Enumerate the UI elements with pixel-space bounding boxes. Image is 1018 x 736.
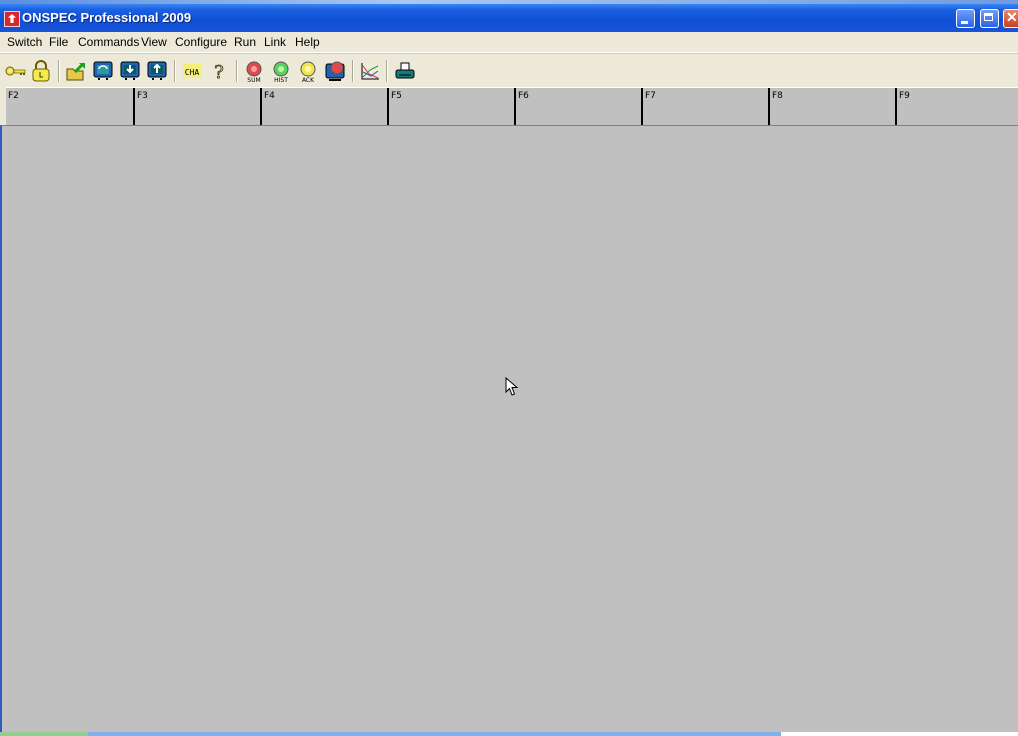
monitor-refresh-icon [93, 61, 113, 80]
toolbar-separator [386, 60, 388, 82]
fkey-label: F2 [8, 91, 19, 101]
mouse-cursor-icon [505, 377, 519, 396]
fkey-label: F4 [264, 91, 275, 101]
svg-text:?: ? [214, 62, 224, 82]
key-icon [5, 66, 26, 76]
alarm-monitor-icon [325, 61, 345, 81]
minimize-button[interactable] [956, 9, 975, 28]
menu-link[interactable]: Link [264, 35, 286, 49]
fkey-f4[interactable]: F4 [260, 88, 387, 125]
function-key-bar: F2 F3 F4 F5 F6 F7 F8 F9 [6, 87, 1018, 125]
menu-commands[interactable]: Commands [78, 35, 139, 49]
svg-text:SUM: SUM [247, 77, 260, 84]
cha-button[interactable]: CHA [181, 60, 203, 82]
cha-label: CHA [185, 68, 200, 77]
fkey-label: F8 [772, 91, 783, 101]
menu-switch[interactable]: Switch [7, 35, 42, 49]
svg-text:ACK: ACK [302, 77, 315, 84]
start-button[interactable] [0, 732, 88, 736]
download-button[interactable] [119, 60, 141, 82]
fkey-f5[interactable]: F5 [387, 88, 514, 125]
fkey-label: F7 [645, 91, 656, 101]
toolbar: CHA ? SUM HIST ACK [0, 53, 1018, 86]
fkey-f3[interactable]: F3 [133, 88, 260, 125]
menu-configure[interactable]: Configure [175, 35, 227, 49]
title-bar[interactable]: ONSPEC Professional 2009 [0, 4, 1018, 32]
menu-bar: Switch File Commands View Configure Run … [0, 32, 1018, 53]
toolbar-separator [174, 60, 176, 82]
open-button[interactable] [65, 60, 87, 82]
toolbar-separator [236, 60, 238, 82]
ack-alarm-icon: ACK [300, 61, 316, 84]
sum-alarm-icon: SUM [246, 61, 262, 84]
fkey-label: F9 [899, 91, 910, 101]
fkey-f2[interactable]: F2 [6, 88, 133, 125]
monitor-upload-icon [147, 61, 167, 80]
help-icon: ? [214, 62, 224, 84]
menu-view[interactable]: View [141, 35, 167, 49]
app-window: ONSPEC Professional 2009 Switch File Com… [0, 4, 1018, 732]
printer-icon [395, 62, 415, 79]
svg-text:HIST: HIST [274, 77, 288, 84]
menu-file[interactable]: File [49, 35, 68, 49]
menu-run[interactable]: Run [234, 35, 256, 49]
fkey-f7[interactable]: F7 [641, 88, 768, 125]
fkey-label: F5 [391, 91, 402, 101]
hist-alarm-button[interactable]: HIST [270, 60, 292, 84]
close-button[interactable] [1003, 9, 1018, 28]
fkey-f6[interactable]: F6 [514, 88, 641, 125]
sum-alarm-button[interactable]: SUM [243, 60, 265, 84]
refresh-button[interactable] [92, 60, 114, 82]
cha-icon: CHA [183, 64, 201, 78]
trend-button[interactable] [359, 60, 381, 82]
lock-icon [32, 60, 50, 82]
upload-button[interactable] [146, 60, 168, 82]
taskbar [0, 732, 1018, 736]
toolbar-separator [352, 60, 354, 82]
key-button[interactable] [4, 60, 26, 82]
help-button[interactable]: ? [208, 60, 230, 84]
app-icon[interactable] [4, 11, 20, 27]
maximize-button[interactable] [980, 9, 999, 28]
hist-alarm-icon: HIST [273, 61, 289, 84]
monitor-download-icon [120, 61, 140, 80]
fkey-f9[interactable]: F9 [895, 88, 1018, 125]
fkey-label: F3 [137, 91, 148, 101]
toolbar-separator [58, 60, 60, 82]
alarm-monitor-button[interactable] [324, 60, 346, 82]
ack-alarm-button[interactable]: ACK [297, 60, 319, 84]
print-button[interactable] [394, 60, 416, 82]
menu-help[interactable]: Help [295, 35, 320, 49]
window-title: ONSPEC Professional 2009 [22, 10, 192, 25]
taskbar-app-button[interactable] [88, 732, 781, 736]
trend-chart-icon [361, 63, 379, 80]
fkey-label: F6 [518, 91, 529, 101]
open-folder-icon [66, 62, 85, 81]
lock-button[interactable] [30, 60, 52, 82]
client-area[interactable] [0, 125, 1018, 732]
fkey-f8[interactable]: F8 [768, 88, 895, 125]
